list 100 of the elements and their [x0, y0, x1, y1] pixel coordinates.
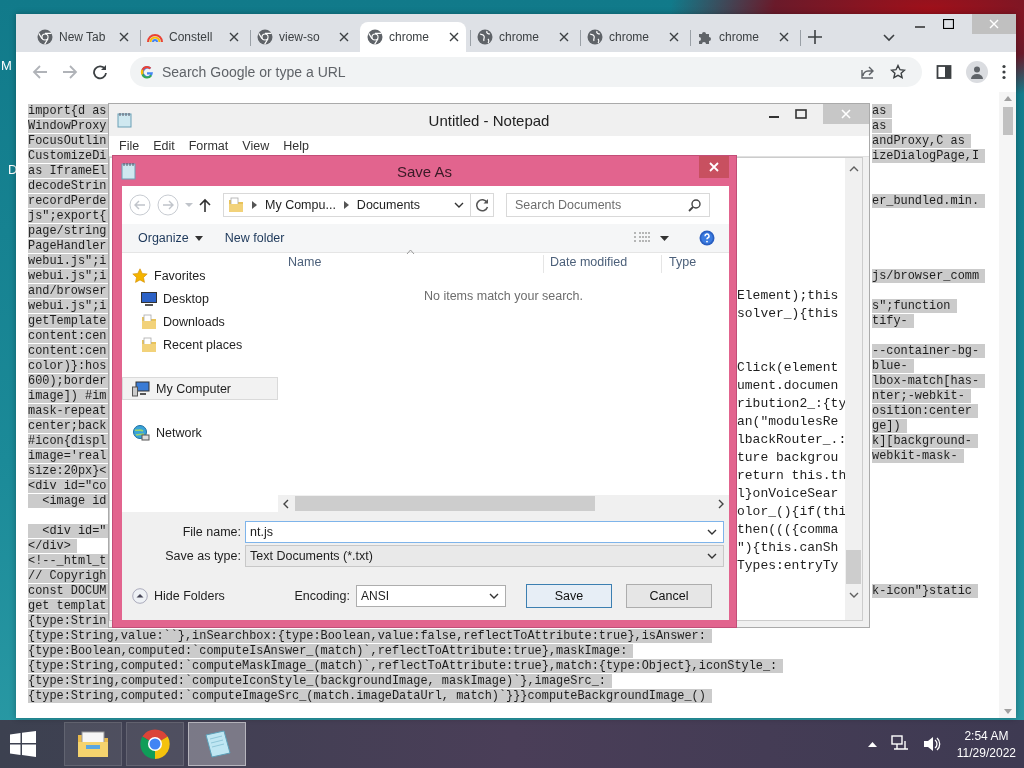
close-icon[interactable]	[779, 32, 789, 42]
plus-icon[interactable]	[808, 30, 822, 44]
column-header[interactable]: Date modified	[543, 255, 661, 273]
taskbar-button[interactable]	[126, 722, 184, 766]
speaker-icon[interactable]	[922, 736, 941, 752]
close-icon	[989, 19, 999, 29]
search-field[interactable]: Search Documents	[506, 193, 710, 217]
column-header[interactable]: Type	[661, 255, 729, 273]
folder-tree-item[interactable]: Network	[122, 421, 278, 444]
share-icon[interactable]	[860, 64, 876, 80]
cancel-button[interactable]: Cancel	[626, 584, 712, 608]
circle-logo-icon	[257, 29, 273, 45]
star-icon[interactable]	[890, 64, 906, 80]
puzzle-icon	[697, 29, 713, 45]
taskbar-button[interactable]	[64, 722, 122, 766]
dialog-title: Save As	[396, 162, 452, 180]
reload-icon[interactable]	[92, 64, 108, 80]
hide-folders-button[interactable]: Hide Folders	[132, 588, 225, 604]
taskbar-button[interactable]	[188, 722, 246, 766]
empty-message: No items match your search.	[422, 289, 585, 303]
globe-icon	[587, 29, 603, 45]
help-icon[interactable]	[699, 230, 715, 246]
computer-icon	[132, 380, 150, 397]
close-icon[interactable]	[229, 32, 239, 42]
caret-icon[interactable]	[660, 235, 669, 241]
chevron-down-icon	[707, 552, 717, 559]
search-icon	[688, 198, 701, 212]
network-icon[interactable]	[890, 735, 909, 753]
organize-menu[interactable]: Organize	[138, 231, 215, 245]
collapse-icon	[132, 588, 148, 604]
close-icon[interactable]	[559, 32, 569, 42]
folder-tree-item[interactable]: Favorites	[122, 264, 278, 287]
folder-tree-item[interactable]: Downloads	[122, 310, 278, 333]
scrollbar-thumb[interactable]	[295, 496, 595, 511]
chevron-down-icon[interactable]	[883, 34, 895, 42]
close-icon[interactable]	[339, 32, 349, 42]
scrollbar-thumb[interactable]	[846, 550, 861, 584]
close-icon[interactable]	[449, 32, 459, 42]
search-placeholder: Search Documents	[515, 198, 622, 212]
chevron-up-icon[interactable]	[867, 741, 877, 747]
file-type-dropdown[interactable]: Text Documents (*.txt)	[245, 544, 724, 567]
close-icon	[841, 109, 851, 119]
circle-logo-icon	[139, 728, 171, 760]
scroll-down-icon[interactable]	[848, 592, 859, 598]
folder-icon	[228, 197, 244, 213]
menu-item[interactable]: Help	[277, 139, 317, 153]
text-line: ribution2_:{ty	[737, 395, 845, 413]
tab-title: chrome	[609, 30, 650, 44]
text-line: l}onVoiceSear	[737, 485, 840, 503]
address-placeholder: Search Google or type a URL	[162, 64, 346, 80]
encoding-dropdown[interactable]: ANSI	[356, 585, 506, 607]
menu-item[interactable]: Format	[182, 139, 237, 153]
close-button[interactable]	[699, 156, 729, 178]
window-title: Untitled - Notepad	[428, 111, 550, 129]
clock-date[interactable]: 11/29/2022	[956, 745, 1016, 760]
folder-icon	[76, 729, 110, 759]
file-name-field[interactable]: nt.js	[245, 520, 724, 543]
tab-title: New Tab	[59, 30, 107, 44]
breadcrumb-item[interactable]: My Compu...	[265, 198, 336, 212]
field-label: File name:	[181, 524, 242, 539]
folder-icon	[141, 336, 157, 353]
menu-item[interactable]: File	[113, 139, 148, 153]
text-line: Types:entryTy	[737, 557, 840, 575]
chevron-down-icon[interactable]	[454, 202, 464, 208]
star-icon	[132, 267, 148, 284]
text-line: an("modulesRe	[737, 413, 840, 431]
address-bar[interactable]: Search Google or type a URL	[130, 57, 922, 87]
scrollbar-thumb[interactable]	[1002, 107, 1013, 135]
text-line: "){this.canSh	[737, 539, 840, 557]
avatar-icon[interactable]	[966, 61, 988, 83]
save-button[interactable]: Save	[526, 584, 612, 608]
field-label: Encoding:	[294, 589, 350, 603]
tab-title: chrome	[389, 30, 430, 44]
folder-tree-item[interactable]: My Computer	[122, 377, 278, 400]
close-icon	[709, 162, 719, 172]
address-field[interactable]: My Compu... Documents	[223, 193, 471, 217]
menu-icon[interactable]	[1002, 64, 1006, 80]
start-icon[interactable]	[10, 731, 36, 757]
tab-title: view-so	[279, 30, 321, 44]
folder-tree-item[interactable]: Desktop	[122, 287, 278, 310]
menu-item[interactable]: Edit	[147, 139, 183, 153]
scroll-left-icon[interactable]	[283, 498, 289, 509]
up-arrow-icon[interactable]	[199, 198, 211, 212]
g-logo-icon	[140, 65, 154, 79]
scroll-right-icon[interactable]	[718, 498, 724, 509]
side-panel-icon[interactable]	[936, 64, 952, 80]
new-folder-button[interactable]: New folder	[224, 231, 297, 245]
close-icon[interactable]	[119, 32, 129, 42]
maximize-icon[interactable]	[943, 19, 954, 29]
menu-item[interactable]: View	[236, 139, 278, 153]
breadcrumb-item[interactable]: Documents	[356, 198, 421, 212]
maximize-icon[interactable]	[795, 109, 807, 119]
column-header[interactable]: Name	[278, 255, 543, 273]
folder-tree-item[interactable]: Recent places	[122, 333, 278, 356]
scroll-up-icon[interactable]	[848, 166, 859, 172]
clock-time[interactable]: 2:54 AM	[964, 728, 1009, 743]
text-line: ument.documen	[737, 377, 840, 395]
close-icon[interactable]	[669, 32, 679, 42]
text-line: Click(element	[737, 359, 840, 377]
refresh-button[interactable]	[471, 193, 494, 217]
